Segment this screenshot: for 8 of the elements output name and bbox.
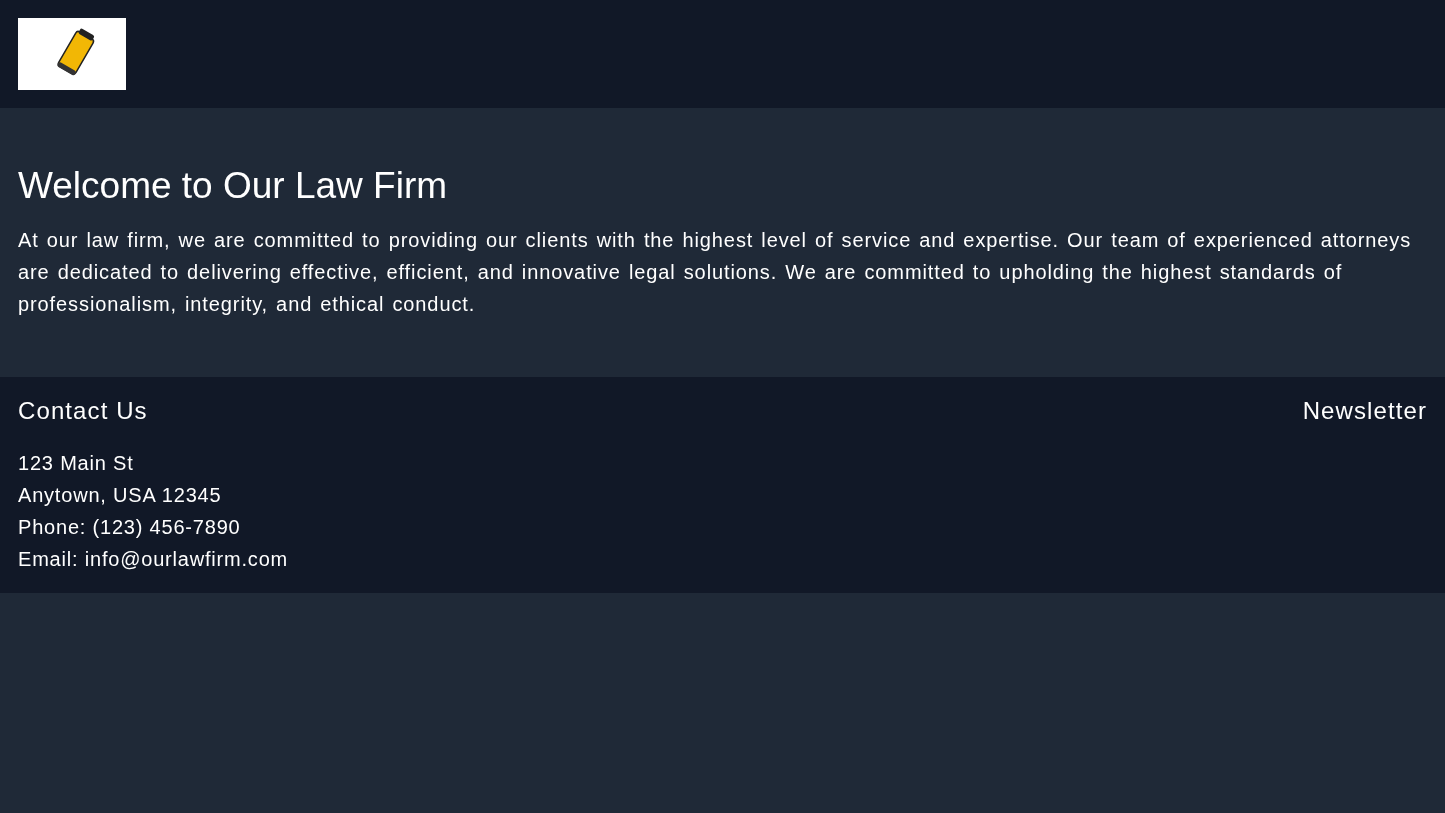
contact-line: 123 Main St <box>18 451 135 476</box>
contact-line: Phone: (123) 456-7890 <box>18 515 242 540</box>
newsletter-heading: Newsletter <box>1302 396 1427 426</box>
contact-line: Anytown, USA 12345 <box>18 483 223 508</box>
intro-paragraph: At our law firm, we are committed to providing our clients with the highest level of service and expertise. Our team of experienced attorneys are dedicated to delivering effective, efficient, and innovative legal solutions. We are committed to upholding the highest standards of professionalism, integrity, and ethical conduct. <box>18 228 1413 317</box>
contact-line: Email: info@ourlawfirm.com <box>18 547 289 572</box>
page-heading: Welcome to Our Law Firm <box>18 166 449 206</box>
contact-heading: Contact Us <box>18 396 149 426</box>
